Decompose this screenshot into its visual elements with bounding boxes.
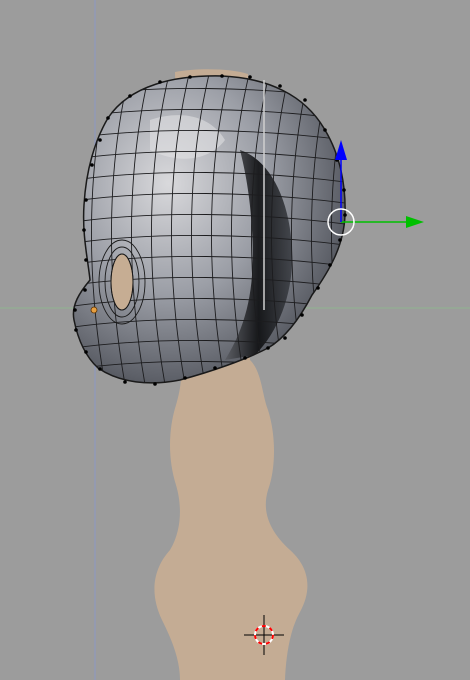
mesh-vertex[interactable] [338,238,342,242]
mesh-vertex[interactable] [128,94,132,98]
mesh-vertex[interactable] [248,75,252,79]
mesh-vertex[interactable] [84,258,88,262]
mesh-vertex[interactable] [153,382,157,386]
mesh-vertex[interactable] [243,356,247,360]
mesh-vertex[interactable] [158,80,162,84]
mesh-vertex[interactable] [74,328,78,332]
mesh-vertex[interactable] [183,376,187,380]
mesh-vertex[interactable] [283,336,287,340]
z-arrow-head-icon[interactable] [335,140,347,160]
mesh-vertex[interactable] [343,213,347,217]
mesh-vertex[interactable] [266,346,270,350]
mesh-vertex[interactable] [220,74,224,78]
mesh-vertex[interactable] [90,163,94,167]
mesh-vertex[interactable] [303,98,307,102]
mesh-vertex[interactable] [98,138,102,142]
selected-vertex[interactable] [90,306,98,314]
viewport-canvas[interactable] [0,0,470,680]
mesh-vertex[interactable] [82,228,86,232]
mesh-vertex[interactable] [316,286,320,290]
mesh-vertex[interactable] [342,188,346,192]
mesh-vertex[interactable] [73,308,77,312]
head-mesh[interactable] [60,70,360,390]
3d-viewport[interactable] [0,0,470,680]
mesh-vertex[interactable] [84,198,88,202]
mesh-vertex[interactable] [84,350,88,354]
mesh-vertex[interactable] [300,313,304,317]
mesh-vertex[interactable] [213,366,217,370]
mesh-vertex[interactable] [323,128,327,132]
mesh-vertex[interactable] [328,263,332,267]
mesh-vertex[interactable] [83,288,87,292]
mesh-vertex[interactable] [98,367,102,371]
mesh-vertex[interactable] [188,75,192,79]
x-arrow-head-icon[interactable] [406,216,424,228]
mesh-vertex[interactable] [106,116,110,120]
mesh-vertex[interactable] [123,380,127,384]
mesh-vertex[interactable] [278,84,282,88]
